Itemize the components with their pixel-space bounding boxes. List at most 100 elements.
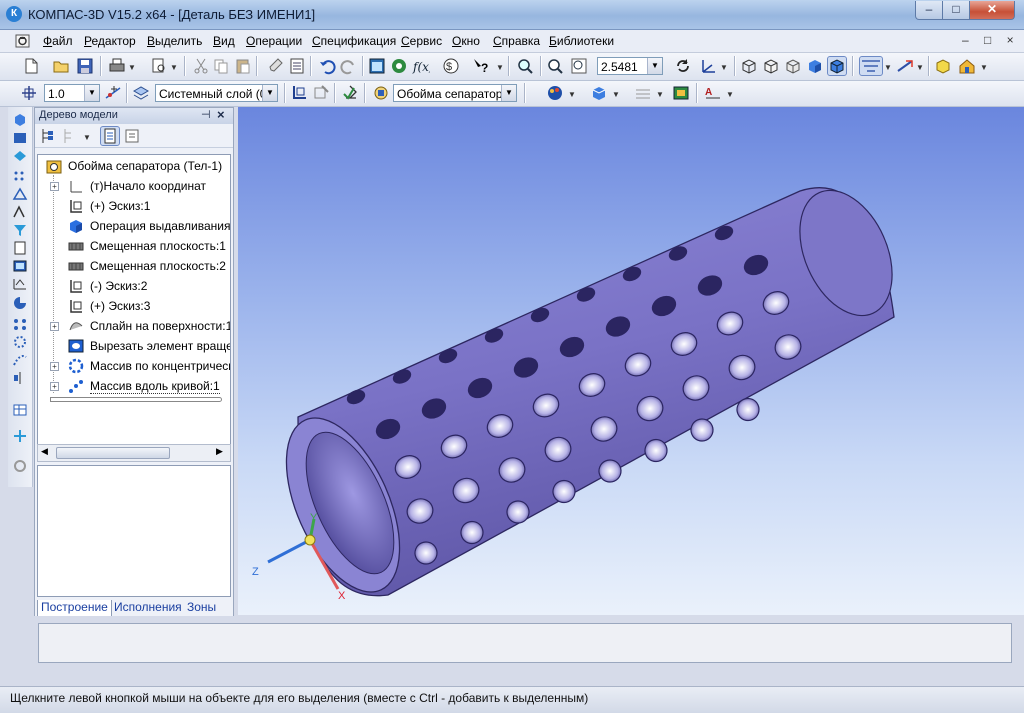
spec-tool-icon[interactable] bbox=[12, 295, 28, 309]
menu-service[interactable]: Сервис bbox=[401, 34, 442, 48]
tree-item-sketch-2[interactable]: (-) Эскиз:2 bbox=[38, 277, 230, 295]
help-pointer-icon[interactable]: ? bbox=[472, 57, 490, 75]
tab-zones[interactable]: Зоны bbox=[184, 600, 219, 616]
chevron-down-icon[interactable]: ▼ bbox=[84, 85, 99, 101]
cut-icon[interactable] bbox=[192, 57, 210, 75]
scroll-right-icon[interactable]: ▶ bbox=[216, 446, 223, 457]
dimension-tool-icon[interactable] bbox=[12, 277, 28, 291]
grid-tool-icon[interactable] bbox=[12, 169, 28, 183]
doc-tool-icon[interactable] bbox=[12, 241, 28, 255]
sketch-mode-icon[interactable] bbox=[290, 84, 308, 102]
tree-item-curve-array[interactable]: + Массив вдоль кривой:1 bbox=[38, 377, 230, 395]
tree-item-origin[interactable]: + (т)Начало координат bbox=[38, 177, 230, 195]
layer-combo[interactable]: Системный слой (0) ▼ bbox=[155, 84, 278, 102]
tree-relations-icon[interactable] bbox=[123, 127, 141, 145]
tree-item-sketch-3[interactable]: (+) Эскиз:3 bbox=[38, 297, 230, 315]
print-icon[interactable] bbox=[108, 57, 126, 75]
zoom-window-icon[interactable] bbox=[516, 57, 534, 75]
axis-tool-icon[interactable] bbox=[12, 429, 28, 443]
edit-part-tool-icon[interactable] bbox=[12, 113, 28, 127]
undo-icon[interactable] bbox=[318, 57, 336, 75]
mirror-tool-icon[interactable] bbox=[12, 371, 28, 385]
zoom-combo[interactable]: 2.5481 ▼ bbox=[597, 57, 663, 75]
tree-item-plane-2[interactable]: Смещенная плоскость:2 bbox=[38, 257, 230, 275]
expand-icon[interactable]: + bbox=[50, 382, 59, 391]
tree-item-root[interactable]: Обойма сепаратора (Тел-1) bbox=[38, 157, 230, 175]
variables-icon[interactable]: $ bbox=[442, 57, 460, 75]
assembly-house-icon[interactable] bbox=[958, 57, 976, 75]
panel-icon[interactable] bbox=[368, 57, 386, 75]
menu-editor[interactable]: Редактор bbox=[84, 34, 136, 48]
frame-tool-icon[interactable] bbox=[12, 259, 28, 273]
layers-icon[interactable] bbox=[132, 84, 150, 102]
circular-array-tool-icon[interactable] bbox=[12, 335, 28, 349]
orientation-icon[interactable] bbox=[700, 57, 718, 75]
new-icon[interactable] bbox=[22, 57, 40, 75]
menu-operations[interactable]: Операции bbox=[246, 34, 302, 48]
cylinder-model[interactable]: X Z Y bbox=[238, 107, 1024, 615]
shaded-icon[interactable] bbox=[806, 57, 824, 75]
thin-lines-icon[interactable] bbox=[784, 57, 802, 75]
tree-item-extrude[interactable]: Операция выдавливания bbox=[38, 217, 230, 235]
document-window-controls[interactable]: – □ × bbox=[962, 33, 1020, 47]
tree-item-spline[interactable]: + Сплайн на поверхности:1 bbox=[38, 317, 230, 335]
tree-item-sketch-1[interactable]: (+) Эскиз:1 bbox=[38, 197, 230, 215]
menu-window[interactable]: Окно bbox=[452, 34, 480, 48]
component-icon[interactable] bbox=[372, 84, 390, 102]
expand-icon[interactable]: + bbox=[50, 182, 59, 191]
pin-icon[interactable]: ⊣ bbox=[201, 108, 211, 121]
document-icon[interactable] bbox=[14, 33, 32, 49]
function-icon[interactable]: f(x) bbox=[412, 57, 430, 75]
library-cube-icon[interactable] bbox=[934, 57, 952, 75]
surface-tool-icon[interactable] bbox=[12, 187, 28, 201]
menu-specification[interactable]: Спецификация bbox=[312, 34, 396, 48]
save-icon[interactable] bbox=[76, 57, 94, 75]
menu-file[interactable]: Файл bbox=[43, 34, 73, 48]
close-panel-icon[interactable]: × bbox=[217, 107, 225, 122]
edit-part-icon[interactable] bbox=[312, 84, 330, 102]
chevron-down-icon[interactable]: ▼ bbox=[262, 85, 277, 101]
rotate-icon[interactable] bbox=[674, 57, 692, 75]
menu-view[interactable]: Вид bbox=[213, 34, 235, 48]
preview-icon[interactable] bbox=[150, 57, 168, 75]
part-combo[interactable]: Обойма сепаратора ▼ bbox=[393, 84, 517, 102]
close-button[interactable]: ✕ bbox=[969, 1, 1015, 20]
hatch-icon[interactable] bbox=[634, 84, 652, 102]
menu-select[interactable]: Выделить bbox=[147, 34, 202, 48]
tree-item-circular-array[interactable]: + Массив по концентрической сетке bbox=[38, 357, 230, 375]
measure-icon[interactable] bbox=[672, 84, 690, 102]
pattern-tool-icon[interactable] bbox=[12, 149, 28, 163]
rebuild-icon[interactable] bbox=[342, 84, 360, 102]
manager-icon[interactable] bbox=[390, 57, 408, 75]
kompas-app-icon[interactable]: К bbox=[6, 6, 22, 22]
appearance-cube-icon[interactable] bbox=[590, 84, 608, 102]
chevron-down-icon[interactable]: ▼ bbox=[501, 85, 516, 101]
redo-icon[interactable] bbox=[340, 57, 358, 75]
expand-icon[interactable]: + bbox=[50, 322, 59, 331]
format-brush-icon[interactable] bbox=[266, 57, 284, 75]
options-tool-icon[interactable] bbox=[12, 459, 28, 473]
menu-help[interactable]: Справка bbox=[493, 34, 540, 48]
tree-item-cut-revolve[interactable]: Вырезать элемент вращения bbox=[38, 337, 230, 355]
shaded-edges-icon[interactable] bbox=[827, 56, 847, 76]
color-material-icon[interactable] bbox=[546, 84, 564, 102]
scroll-left-icon[interactable]: ◀ bbox=[41, 446, 48, 457]
expand-icon[interactable]: + bbox=[50, 362, 59, 371]
step-cursor-icon[interactable] bbox=[20, 84, 38, 102]
scroll-thumb[interactable] bbox=[56, 447, 170, 459]
tree-structure-icon[interactable] bbox=[39, 127, 57, 145]
zoom-all-icon[interactable] bbox=[546, 57, 564, 75]
copy-icon[interactable] bbox=[212, 57, 230, 75]
solid-tool-icon[interactable] bbox=[12, 131, 28, 145]
chevron-down-icon[interactable]: ▼ bbox=[647, 58, 662, 74]
wireframe-icon[interactable] bbox=[740, 57, 758, 75]
perspective-icon[interactable] bbox=[859, 56, 883, 76]
filter-tool-icon[interactable] bbox=[12, 223, 28, 237]
snaps-icon[interactable] bbox=[104, 84, 122, 102]
3d-viewport[interactable]: X Z Y bbox=[238, 107, 1024, 615]
section-icon[interactable] bbox=[896, 57, 914, 75]
step-combo[interactable]: 1.0 ▼ bbox=[44, 84, 100, 102]
tab-construction[interactable]: Построение bbox=[37, 600, 112, 617]
open-folder-icon[interactable] bbox=[52, 57, 70, 75]
table-tool-icon[interactable] bbox=[12, 403, 28, 417]
